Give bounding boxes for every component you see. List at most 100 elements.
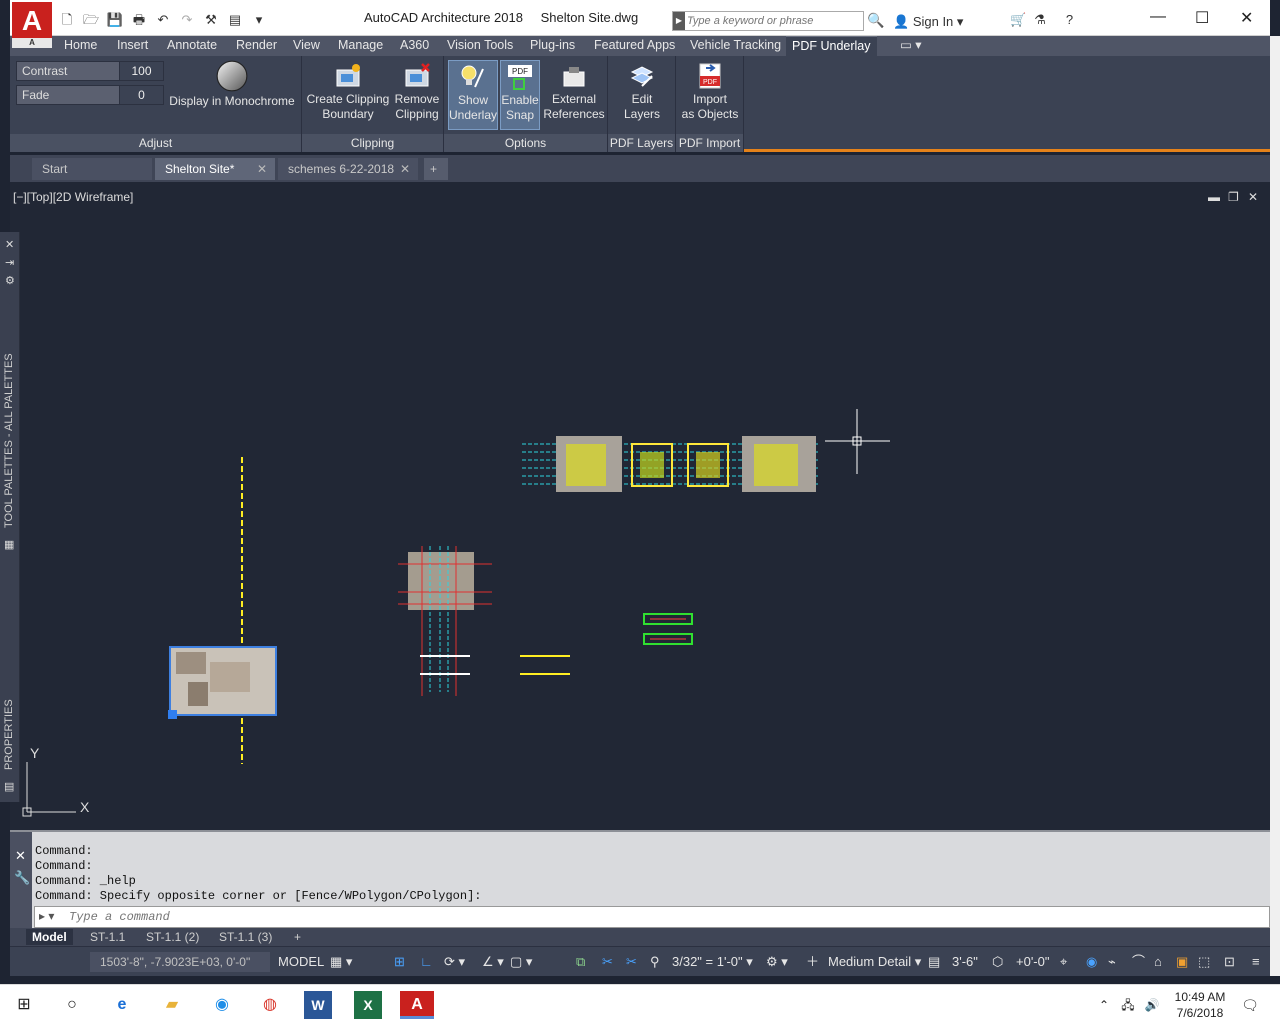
drawing-viewport[interactable]: [−][Top][2D Wireframe] ▬ ❐ ✕ Y X <box>10 182 1270 830</box>
project-browser-icon[interactable]: ▤ <box>224 10 246 30</box>
system-clock[interactable]: 10:49 AM 7/6/2018 <box>1170 989 1230 1021</box>
elevation-icon[interactable]: ⬡ <box>992 953 1003 971</box>
tab-view[interactable]: View <box>287 36 326 56</box>
doc-tab-shelton-site[interactable]: Shelton Site* ✕ <box>155 158 275 180</box>
command-input[interactable] <box>69 909 1069 925</box>
qat-dropdown-icon[interactable]: ▾ <box>248 10 270 30</box>
isodraft-icon[interactable]: ∠ ▾ <box>482 953 504 971</box>
windows-start-icon[interactable]: ⊞ <box>10 991 38 1019</box>
plus-icon[interactable]: ＋ <box>806 953 819 971</box>
lock-ui-icon[interactable]: ⌂ <box>1154 953 1162 971</box>
ribbon-options-icon[interactable]: ▭ ▾ <box>894 36 928 56</box>
help-icon[interactable]: ? <box>1066 12 1073 28</box>
remove-clipping-button[interactable]: Remove Clipping <box>392 62 442 122</box>
print-icon[interactable]: 🖶 <box>128 10 150 30</box>
tool-palettes-label[interactable]: TOOL PALETTES - ALL PALETTES <box>3 353 15 528</box>
quick-properties-icon[interactable]: ⌒ <box>1132 953 1145 971</box>
notifications-icon[interactable]: 🗨 <box>1236 991 1264 1019</box>
autocad-taskbar-icon[interactable]: A <box>400 991 434 1019</box>
tab-vision-tools[interactable]: Vision Tools <box>441 36 519 56</box>
polar-icon[interactable]: ⟳ ▾ <box>444 953 465 971</box>
file-explorer-icon[interactable]: ▰ <box>158 991 186 1019</box>
tab-featured-apps[interactable]: Featured Apps <box>588 36 681 56</box>
fade-value[interactable]: 0 <box>119 86 163 104</box>
model-space-button[interactable]: MODEL <box>278 953 324 971</box>
create-clipping-boundary-button[interactable]: Create Clipping Boundary <box>304 62 392 122</box>
tab-vehicle-tracking[interactable]: Vehicle Tracking <box>684 36 787 56</box>
elevation-lines[interactable] <box>520 655 570 675</box>
volume-icon[interactable]: 🔊 <box>1138 991 1166 1019</box>
site-plan-underlay[interactable] <box>168 646 277 719</box>
application-menu-button[interactable]: A A <box>12 2 52 48</box>
palette-settings-icon[interactable]: ⚙ <box>5 274 15 287</box>
layout-tab-st-1-1[interactable]: ST-1.1 <box>84 929 131 945</box>
search-expand-icon[interactable]: ▶ <box>673 12 685 30</box>
import-as-objects-button[interactable]: PDF Import as Objects <box>678 62 742 122</box>
fade-slider[interactable]: Fade 0 <box>16 85 164 105</box>
customization-icon[interactable]: ⊡ <box>1224 953 1235 971</box>
command-prompt-icon[interactable]: ▸ ▾ <box>39 909 54 923</box>
close-button[interactable]: ✕ <box>1240 8 1253 28</box>
command-close-icon[interactable]: ✕ <box>15 848 26 864</box>
palette-close-icon[interactable]: ✕ <box>5 238 14 251</box>
contrast-slider[interactable]: Contrast 100 <box>16 61 164 81</box>
ortho-icon[interactable]: ∟ <box>420 953 433 971</box>
tab-a360[interactable]: A360 <box>394 36 435 56</box>
palette-icon[interactable]: ▦ <box>4 538 14 551</box>
command-customize-icon[interactable]: 🔧 <box>14 870 30 886</box>
snap-icon[interactable]: ⊞ <box>394 953 405 971</box>
cortana-icon[interactable]: ○ <box>58 991 86 1019</box>
section-details[interactable] <box>643 613 693 645</box>
search-input[interactable] <box>687 13 861 29</box>
tab-render[interactable]: Render <box>230 36 283 56</box>
clean-screen-icon[interactable]: ⌁ <box>1108 953 1116 971</box>
grid-icon[interactable]: ▦ ▾ <box>330 953 352 971</box>
match-properties-icon[interactable]: ⚒ <box>200 10 222 30</box>
word-icon[interactable]: W <box>304 991 332 1019</box>
autodesk-app-icon[interactable]: ⚗ <box>1034 12 1046 28</box>
edit-layers-button[interactable]: Edit Layers <box>612 62 672 122</box>
doc-tab-start[interactable]: Start <box>32 158 152 180</box>
coordinates-display[interactable]: 1503'-8", -7.9023E+03, 0'-0" <box>90 952 270 972</box>
annotation-scale-icon[interactable]: ⚲ <box>650 953 660 971</box>
maximize-viewport-icon[interactable]: ⬚ <box>1198 953 1210 971</box>
tab-manage[interactable]: Manage <box>332 36 389 56</box>
cut-plane-icon[interactable]: ▤ <box>928 953 940 971</box>
maximize-button[interactable]: ☐ <box>1195 8 1209 28</box>
close-tab-icon[interactable]: ✕ <box>400 158 410 180</box>
object-snap-icon[interactable]: ▢ ▾ <box>510 953 532 971</box>
enable-snap-button[interactable]: PDF Enable Snap <box>500 60 540 130</box>
sign-in-button[interactable]: 👤 Sign In ▾ <box>893 14 963 30</box>
building-plan[interactable] <box>398 546 492 696</box>
palette-autohide-icon[interactable]: ⇥ <box>5 256 14 269</box>
doc-tab-schemes[interactable]: schemes 6-22-2018 ✕ <box>278 158 418 180</box>
layout-tab-st-1-1-2[interactable]: ST-1.1 (2) <box>140 929 205 945</box>
palette-strip[interactable]: ✕ ⇥ ⚙ TOOL PALETTES - ALL PALETTES ▦ PRO… <box>0 232 20 802</box>
excel-icon[interactable]: X <box>354 991 382 1019</box>
command-input-box[interactable]: ▸ ▾ <box>34 906 1270 928</box>
isolate-objects-icon[interactable]: ⌖ <box>1060 953 1067 971</box>
display-in-monochrome-button[interactable]: Display in Monochrome <box>166 60 298 109</box>
annotation-scale-dropdown[interactable]: 3/32" = 1'-0" ▾ <box>672 953 753 971</box>
tab-annotate[interactable]: Annotate <box>161 36 223 56</box>
cut-plane-value[interactable]: 3'-6" <box>952 953 978 971</box>
properties-icon[interactable]: ▤ <box>4 780 14 793</box>
external-references-button[interactable]: External References <box>542 62 606 122</box>
chrome-icon[interactable]: ◍ <box>256 991 284 1019</box>
display-configuration-dropdown[interactable]: Medium Detail ▾ <box>828 953 921 971</box>
hardware-acceleration-icon[interactable]: ◉ <box>1086 953 1097 971</box>
auto-scale-icon[interactable]: ✂ <box>626 953 637 971</box>
tab-insert[interactable]: Insert <box>111 36 154 56</box>
tab-pdf-underlay[interactable]: PDF Underlay <box>786 36 877 56</box>
tab-home[interactable]: Home <box>58 36 103 56</box>
binoculars-icon[interactable]: 🔍 <box>867 12 884 29</box>
new-icon[interactable]: 🗋 <box>56 10 78 30</box>
properties-label[interactable]: PROPERTIES <box>3 699 15 770</box>
edge-icon[interactable]: e <box>108 991 136 1019</box>
close-tab-icon[interactable]: ✕ <box>257 158 267 180</box>
redo-icon[interactable]: ↷ <box>176 10 198 30</box>
status-menu-icon[interactable]: ≡ <box>1252 953 1260 971</box>
elevation-value[interactable]: +0'-0" <box>1016 953 1049 971</box>
add-layout-button[interactable]: + <box>288 929 307 945</box>
layout-tab-st-1-1-3[interactable]: ST-1.1 (3) <box>213 929 278 945</box>
